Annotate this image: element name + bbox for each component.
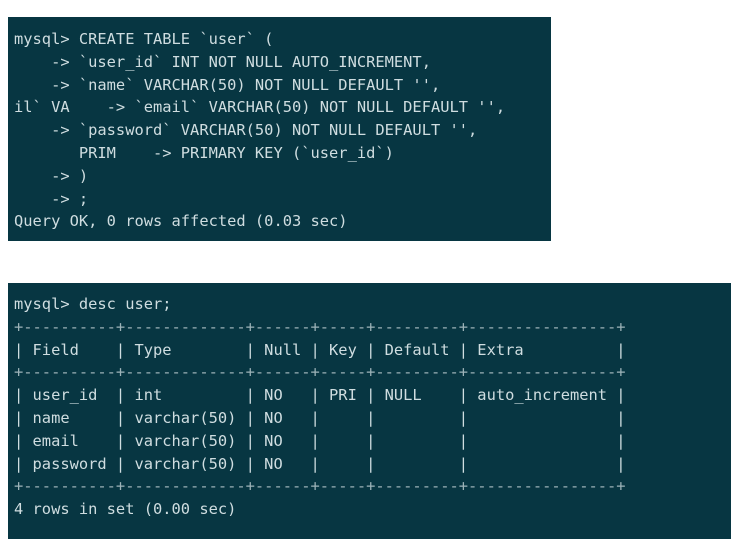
table-border-top: +----------+-------------+------+-----+-…: [14, 317, 626, 336]
table-row: | user_id | int | NO | PRI | NULL | auto…: [14, 386, 626, 405]
query-result-line: Query OK, 0 rows affected (0.03 sec): [14, 212, 348, 231]
desc-table-terminal: mysql> desc user; +----------+----------…: [8, 283, 731, 539]
table-border-bottom: +----------+-------------+------+-----+-…: [14, 477, 626, 496]
terminal-line: PRIM -> PRIMARY KEY (`user_id`): [14, 143, 394, 162]
terminal-line: -> ;: [14, 189, 89, 208]
terminal-line: -> `name` VARCHAR(50) NOT NULL DEFAULT '…: [14, 75, 441, 94]
terminal-line: -> `password` VARCHAR(50) NOT NULL DEFAU…: [14, 121, 478, 140]
terminal-prompt: mysql> desc user;: [14, 295, 172, 313]
terminal-line: mysql> CREATE TABLE `user` (: [14, 30, 274, 48]
terminal-line: -> `user_id` INT NOT NULL AUTO_INCREMENT…: [14, 52, 431, 71]
terminal-line: -> ): [14, 166, 89, 185]
table-row: | password | varchar(50) | NO | | | |: [14, 454, 626, 473]
table-row: | name | varchar(50) | NO | | | |: [14, 408, 626, 427]
table-row: | email | varchar(50) | NO | | | |: [14, 431, 626, 450]
table-border-mid: +----------+-------------+------+-----+-…: [14, 363, 626, 382]
query-result-line: 4 rows in set (0.00 sec): [14, 500, 237, 519]
create-table-terminal: mysql> CREATE TABLE `user` ( -> `user_id…: [8, 17, 551, 241]
table-header-row: | Field | Type | Null | Key | Default | …: [14, 340, 626, 359]
terminal-line: il` VA -> `email` VARCHAR(50) NOT NULL D…: [14, 98, 506, 117]
